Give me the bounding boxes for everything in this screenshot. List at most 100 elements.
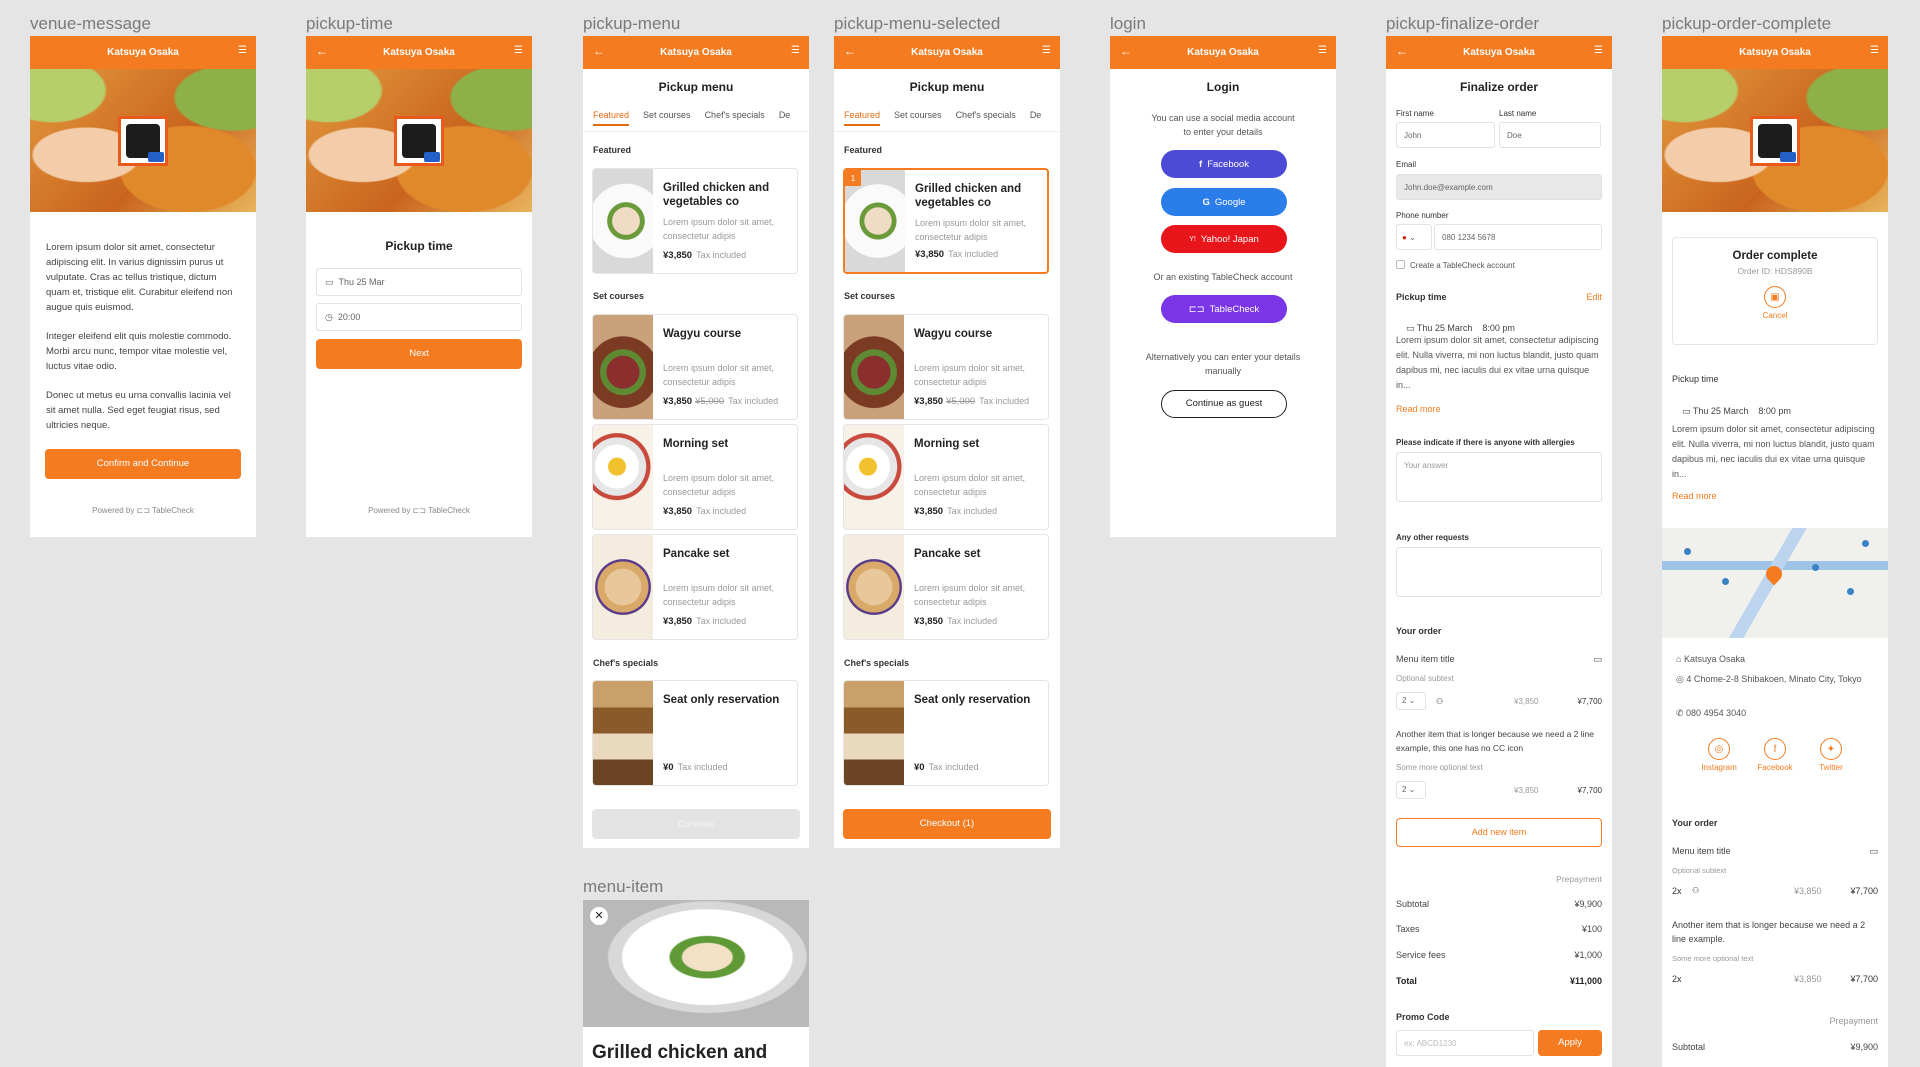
facebook-login-button[interactable]: f Facebook xyxy=(1161,150,1287,178)
phone-row[interactable]: ✆ 080 4954 3040 xyxy=(1676,708,1746,719)
cancel-link[interactable]: Cancel xyxy=(1673,311,1877,320)
order-item-subtext: Optional subtext xyxy=(1672,866,1727,875)
create-account-checkbox[interactable] xyxy=(1396,260,1405,269)
google-login-button[interactable]: G Google xyxy=(1161,188,1287,216)
frame-label-menu-item: menu-item xyxy=(583,877,664,896)
group-chefs-specials: Chef's specials xyxy=(844,658,910,668)
yahoo-icon: Y! xyxy=(1189,235,1196,243)
prepayment-label: Prepayment xyxy=(1556,874,1602,884)
hamburger-icon[interactable]: ☰ xyxy=(238,45,247,56)
menu-item-card[interactable]: Morning set Lorem ipsum dolor sit amet, … xyxy=(843,424,1049,530)
menu-item-card[interactable]: Pancake set Lorem ipsum dolor sit amet, … xyxy=(843,534,1049,640)
menu-item-card[interactable]: Wagyu course Lorem ipsum dolor sit amet,… xyxy=(843,314,1049,420)
powered-by: Powered by ⊏⊐ TableCheck xyxy=(368,506,470,515)
date-field[interactable]: ▭ Thu 25 Mar xyxy=(316,268,522,296)
store-icon: ⌂ xyxy=(1676,654,1684,664)
tab-set-courses[interactable]: Set courses xyxy=(894,110,942,120)
tab-desserts[interactable]: De xyxy=(779,110,791,120)
email-field[interactable]: John.doe@example.com xyxy=(1396,174,1602,200)
item-title: Wagyu course xyxy=(663,328,742,340)
address-row: ◎ 4 Chome-2-8 Shibakoen, Minato City, To… xyxy=(1676,674,1862,684)
promo-code-field[interactable]: ex: ABCD1230 xyxy=(1396,1030,1534,1056)
continue-button[interactable]: Continue xyxy=(592,809,800,839)
back-arrow-icon[interactable]: ← xyxy=(1120,44,1132,58)
yahoo-login-button[interactable]: Y! Yahoo! Japan xyxy=(1161,225,1287,253)
apply-promo-button[interactable]: Apply xyxy=(1538,1030,1602,1056)
tab-set-courses[interactable]: Set courses xyxy=(643,110,691,120)
item-image xyxy=(844,315,904,419)
first-name-field[interactable]: John xyxy=(1396,122,1495,148)
order-complete-card: Order complete Order ID: HDS890B ▣ Cance… xyxy=(1672,237,1878,345)
item-title: Pancake set xyxy=(663,548,730,560)
quantity-select[interactable]: 2 ⌄ xyxy=(1396,781,1426,799)
message-paragraph-2: Integer eleifend elit quis molestie comm… xyxy=(46,331,232,372)
add-new-item-button[interactable]: Add new item xyxy=(1396,818,1602,847)
item-description: Lorem ipsum dolor sit amet, consectetur … xyxy=(914,583,1026,607)
other-requests-label: Any other requests xyxy=(1396,533,1469,542)
menu-item-card[interactable]: Seat only reservation ¥0 Tax included xyxy=(592,680,798,786)
hamburger-icon[interactable]: ☰ xyxy=(514,45,523,56)
tablecheck-login-button[interactable]: ⊏⊐ TableCheck xyxy=(1161,295,1287,323)
menu-item-card[interactable]: Grilled chicken and vegetables co Lorem … xyxy=(592,168,798,274)
hamburger-icon[interactable]: ☰ xyxy=(1594,45,1603,56)
menu-item-card[interactable]: Morning set Lorem ipsum dolor sit amet, … xyxy=(592,424,798,530)
edit-link[interactable]: Edit xyxy=(1586,292,1602,302)
map-pin-icon xyxy=(1762,562,1786,586)
back-arrow-icon[interactable]: ← xyxy=(593,44,605,58)
continue-as-guest-button[interactable]: Continue as guest xyxy=(1161,390,1287,418)
tab-featured[interactable]: Featured xyxy=(593,110,630,126)
menu-item-card-selected[interactable]: 1 Grilled chicken and vegetables co Lore… xyxy=(843,168,1049,274)
menu-item-card[interactable]: Pancake set Lorem ipsum dolor sit amet, … xyxy=(592,534,798,640)
read-more-link[interactable]: Read more xyxy=(1672,491,1717,501)
venue-title: Katsuya Osaka xyxy=(1187,47,1259,58)
cancel-calendar-icon[interactable]: ▣ xyxy=(1764,286,1786,308)
hamburger-icon[interactable]: ☰ xyxy=(1042,45,1051,56)
quantity-select[interactable]: 2 ⌄ xyxy=(1396,692,1426,710)
phone-field[interactable]: 080 1234 5678 xyxy=(1434,224,1602,250)
allergies-field[interactable]: Your answer xyxy=(1396,452,1602,502)
pickup-time-screen: ← Katsuya Osaka ☰ Pickup time ▭ Thu 25 Ma… xyxy=(306,36,532,537)
hamburger-icon[interactable]: ☰ xyxy=(1318,45,1327,56)
chevron-down-icon: ⌄ xyxy=(1408,696,1416,705)
confirm-continue-button[interactable]: Confirm and Continue xyxy=(45,449,241,479)
order-item-2-subtext: Some more optional text xyxy=(1672,954,1754,963)
read-more-link[interactable]: Read more xyxy=(1396,404,1441,414)
quantity: 2x xyxy=(1672,886,1682,896)
item-title: Morning set xyxy=(914,438,980,450)
tab-chefs-specials[interactable]: Chef's specials xyxy=(956,110,1016,120)
hero-image xyxy=(306,69,532,212)
order-item-title: Menu item title xyxy=(1672,846,1731,856)
last-name-field[interactable]: Doe xyxy=(1499,122,1601,148)
next-button[interactable]: Next xyxy=(316,339,522,369)
time-field[interactable]: ◷ 20:00 xyxy=(316,303,522,331)
powered-by: Powered by ⊏⊐ TableCheck xyxy=(92,506,194,515)
menu-item-card[interactable]: Seat only reservation ¥0 Tax included xyxy=(843,680,1049,786)
phone-country-select[interactable]: ● ⌄ xyxy=(1396,224,1432,250)
item-price: ¥3,850 Tax included xyxy=(914,616,998,627)
close-icon[interactable]: ✕ xyxy=(590,907,608,925)
login-screen: ← Katsuya Osaka ☰ Login You can use a so… xyxy=(1110,36,1336,537)
other-requests-field[interactable] xyxy=(1396,547,1602,597)
back-arrow-icon[interactable]: ← xyxy=(316,44,328,58)
order-item-title: Menu item title xyxy=(1396,654,1455,664)
back-arrow-icon[interactable]: ← xyxy=(1396,44,1408,58)
facebook-link[interactable]: f Facebook xyxy=(1752,738,1798,772)
clock-icon: ◷ xyxy=(325,312,333,322)
tab-featured[interactable]: Featured xyxy=(844,110,881,126)
menu-item-card[interactable]: Wagyu course Lorem ipsum dolor sit amet,… xyxy=(592,314,798,420)
hamburger-icon[interactable]: ☰ xyxy=(791,45,800,56)
twitter-icon: ✦ xyxy=(1820,738,1842,760)
notice-text: Lorem ipsum dolor sit amet, consectetur … xyxy=(1672,424,1875,479)
venue-map[interactable] xyxy=(1662,528,1888,638)
tab-chefs-specials[interactable]: Chef's specials xyxy=(705,110,765,120)
tab-desserts[interactable]: De xyxy=(1030,110,1042,120)
back-arrow-icon[interactable]: ← xyxy=(844,44,856,58)
top-bar: ← Katsuya Osaka ☰ xyxy=(1386,36,1612,69)
venue-row: ⌂ Katsuya Osaka xyxy=(1676,654,1745,664)
twitter-link[interactable]: ✦ Twitter xyxy=(1808,738,1854,772)
frame-label-login: login xyxy=(1110,14,1146,33)
checkout-button[interactable]: Checkout (1) xyxy=(843,809,1051,839)
item-description: Lorem ipsum dolor sit amet, consectetur … xyxy=(915,218,1027,242)
instagram-link[interactable]: ◎ Instagram xyxy=(1696,738,1742,772)
hamburger-icon[interactable]: ☰ xyxy=(1870,45,1879,56)
